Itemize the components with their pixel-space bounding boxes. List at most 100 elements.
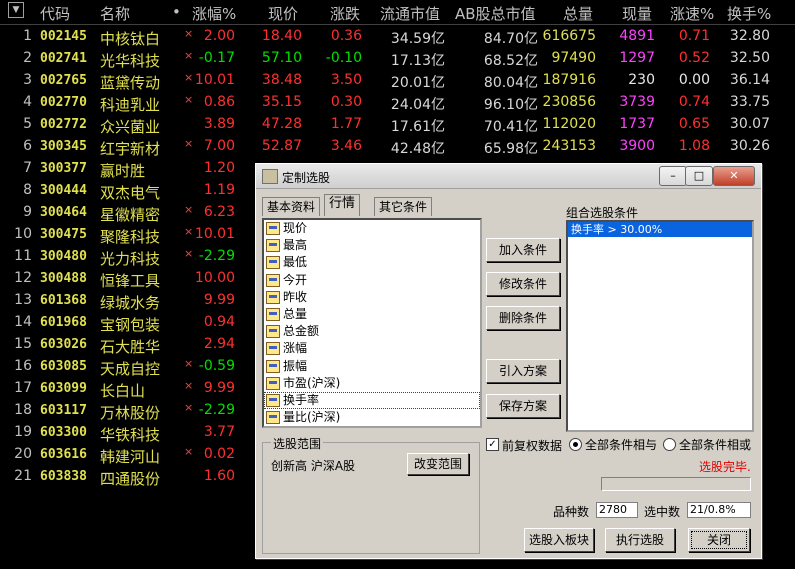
radio-or[interactable] (663, 438, 676, 451)
tab-market[interactable]: 行情 (324, 194, 361, 216)
table-header: ▼ 代码 名称 • 涨幅% 现价 涨跌 流通市值 AB股总市值 总量 现量 涨速… (0, 0, 795, 25)
table-row[interactable]: 1 002145 中核钛白 × 2.00 18.40 0.36 34.59亿 84.70亿 616… (0, 25, 795, 48)
field-item[interactable]: 换手率 (264, 391, 480, 410)
field-label: 现价 (283, 221, 308, 235)
save-plan-button[interactable]: 保存方案 (486, 394, 560, 418)
field-item[interactable]: 现价 (264, 220, 480, 237)
table-row[interactable]: 4 002770 科迪乳业 × 0.86 35.15 0.30 24.04亿 96.10亿 230… (0, 91, 795, 114)
field-item[interactable]: 总金额 (264, 323, 480, 340)
change-pct: 9.99 (203, 292, 235, 308)
dialog-titlebar[interactable]: 定制选股 – □ ✕ (256, 164, 761, 189)
field-label: 量比(沪深) (283, 410, 341, 425)
field-icon (266, 342, 280, 356)
delete-condition-button[interactable]: 删除条件 (486, 306, 560, 330)
maximize-button[interactable]: □ (685, 166, 713, 186)
col-turnover[interactable]: 换手% (727, 3, 771, 24)
table-row[interactable]: 2 002741 光华科技 × -0.17 57.10 -0.10 17.13亿 68.52亿 9… (0, 47, 795, 70)
col-price[interactable]: 现价 (268, 3, 298, 24)
stock-name: 绿城水务 (100, 294, 161, 312)
add-to-board-button[interactable]: 选股入板块 (524, 528, 594, 552)
table-row[interactable]: 3 002765 蓝黛传动 × 10.01 38.48 3.50 20.01亿 80.04亿 18… (0, 69, 795, 92)
range-groupbox: 选股范围 创新高 沪深A股 改变范围 (262, 435, 480, 554)
field-list[interactable]: 现价最高 最低 今开 昨收 总量总金额 涨幅振幅 市盈(沪深) 换手率量比(沪深) (262, 218, 482, 428)
speed: 0.52 (678, 50, 710, 66)
col-current-vol[interactable]: 现量 (622, 3, 652, 24)
col-volume[interactable]: 总量 (563, 3, 593, 24)
field-icon (266, 256, 280, 270)
current-volume: 1297 (619, 50, 655, 66)
col-code[interactable]: 代码 (40, 3, 70, 24)
change-pct: 3.89 (203, 116, 235, 132)
change-range-button[interactable]: 改变范围 (407, 453, 469, 475)
tab-other-conditions[interactable]: 其它条件 (374, 197, 433, 216)
row-index: 8 (23, 182, 32, 198)
col-mark[interactable]: • (172, 3, 181, 21)
field-item[interactable]: 总量 (264, 306, 480, 323)
add-condition-button[interactable]: 加入条件 (486, 238, 560, 262)
row-index: 16 (14, 358, 32, 374)
stock-code: 601968 (40, 315, 87, 330)
change-pct: 3.77 (203, 424, 235, 440)
field-item[interactable]: 昨收 (264, 289, 480, 306)
price: 35.15 (261, 94, 302, 110)
tab-basic-info[interactable]: 基本资料 (262, 197, 321, 216)
volume: 112020 (542, 116, 596, 132)
field-label: 换手率 (283, 392, 320, 407)
field-item[interactable]: 涨幅 (264, 340, 480, 357)
stock-code: 603099 (40, 381, 87, 396)
close-window-button[interactable]: ✕ (713, 166, 755, 186)
col-change-pct[interactable]: 涨幅% (192, 3, 236, 24)
field-label: 总量 (283, 306, 308, 321)
field-label: 市盈(沪深) (283, 375, 341, 390)
stock-code: 300480 (40, 249, 87, 264)
field-item[interactable]: 今开 (264, 272, 480, 289)
stock-name: 石大胜华 (100, 338, 161, 356)
field-item[interactable]: 市盈(沪深) (264, 375, 480, 392)
stock-name: 中核钛白 (100, 30, 161, 48)
row-index: 7 (23, 160, 32, 176)
field-item[interactable]: 量比(沪深) (264, 409, 480, 426)
minimize-button[interactable]: – (659, 166, 687, 186)
speed: 0.74 (678, 94, 710, 110)
float-cap: 24.04亿 (390, 97, 445, 113)
col-float-cap[interactable]: 流通市值 (380, 3, 440, 24)
field-label: 涨幅 (283, 341, 308, 356)
table-row[interactable]: 6 300345 红宇新材 × 7.00 52.87 3.46 42.48亿 65.98亿 243… (0, 135, 795, 158)
change-pct: -2.29 (198, 248, 235, 264)
field-item[interactable]: 最高 (264, 237, 480, 254)
execute-screen-button[interactable]: 执行选股 (605, 528, 675, 552)
current-volume: 230 (628, 72, 655, 88)
field-label: 最高 (283, 238, 308, 253)
row-index: 10 (14, 226, 32, 242)
row-index: 5 (23, 116, 32, 132)
table-row[interactable]: 5 002772 众兴菌业 3.89 47.28 1.77 17.61亿 70.41亿 1120… (0, 113, 795, 136)
change-pct: 9.99 (203, 380, 235, 396)
field-icon (266, 273, 280, 287)
stock-code: 603616 (40, 447, 87, 462)
column-menu-button[interactable]: ▼ (8, 2, 24, 18)
field-icon (266, 393, 280, 407)
volume: 97490 (551, 50, 596, 66)
price: 52.87 (261, 138, 302, 154)
stock-name: 红宇新材 (100, 140, 161, 158)
conditions-list[interactable]: 换手率 > 30.00% (566, 220, 754, 432)
adjust-checkbox[interactable]: ✓ (486, 438, 499, 451)
turnover: 30.26 (729, 138, 770, 154)
field-icon (266, 239, 280, 253)
radio-and[interactable] (569, 438, 582, 451)
change-pct: 10.01 (194, 226, 235, 242)
col-speed[interactable]: 涨速% (670, 3, 714, 24)
import-plan-button[interactable]: 引入方案 (486, 359, 560, 383)
field-item[interactable]: 最低 (264, 254, 480, 271)
row-index: 4 (23, 94, 32, 110)
change-pct: 7.00 (203, 138, 235, 154)
ab-cap: 68.52亿 (483, 53, 538, 69)
col-change[interactable]: 涨跌 (330, 3, 360, 24)
col-ab-cap[interactable]: AB股总市值 (455, 3, 536, 24)
close-button[interactable]: 关闭 (688, 528, 750, 552)
condition-item[interactable]: 换手率 > 30.00% (568, 222, 752, 237)
field-item[interactable]: 振幅 (264, 358, 480, 375)
modify-condition-button[interactable]: 修改条件 (486, 272, 560, 296)
field-icon (266, 222, 280, 235)
col-name[interactable]: 名称 (100, 3, 130, 24)
